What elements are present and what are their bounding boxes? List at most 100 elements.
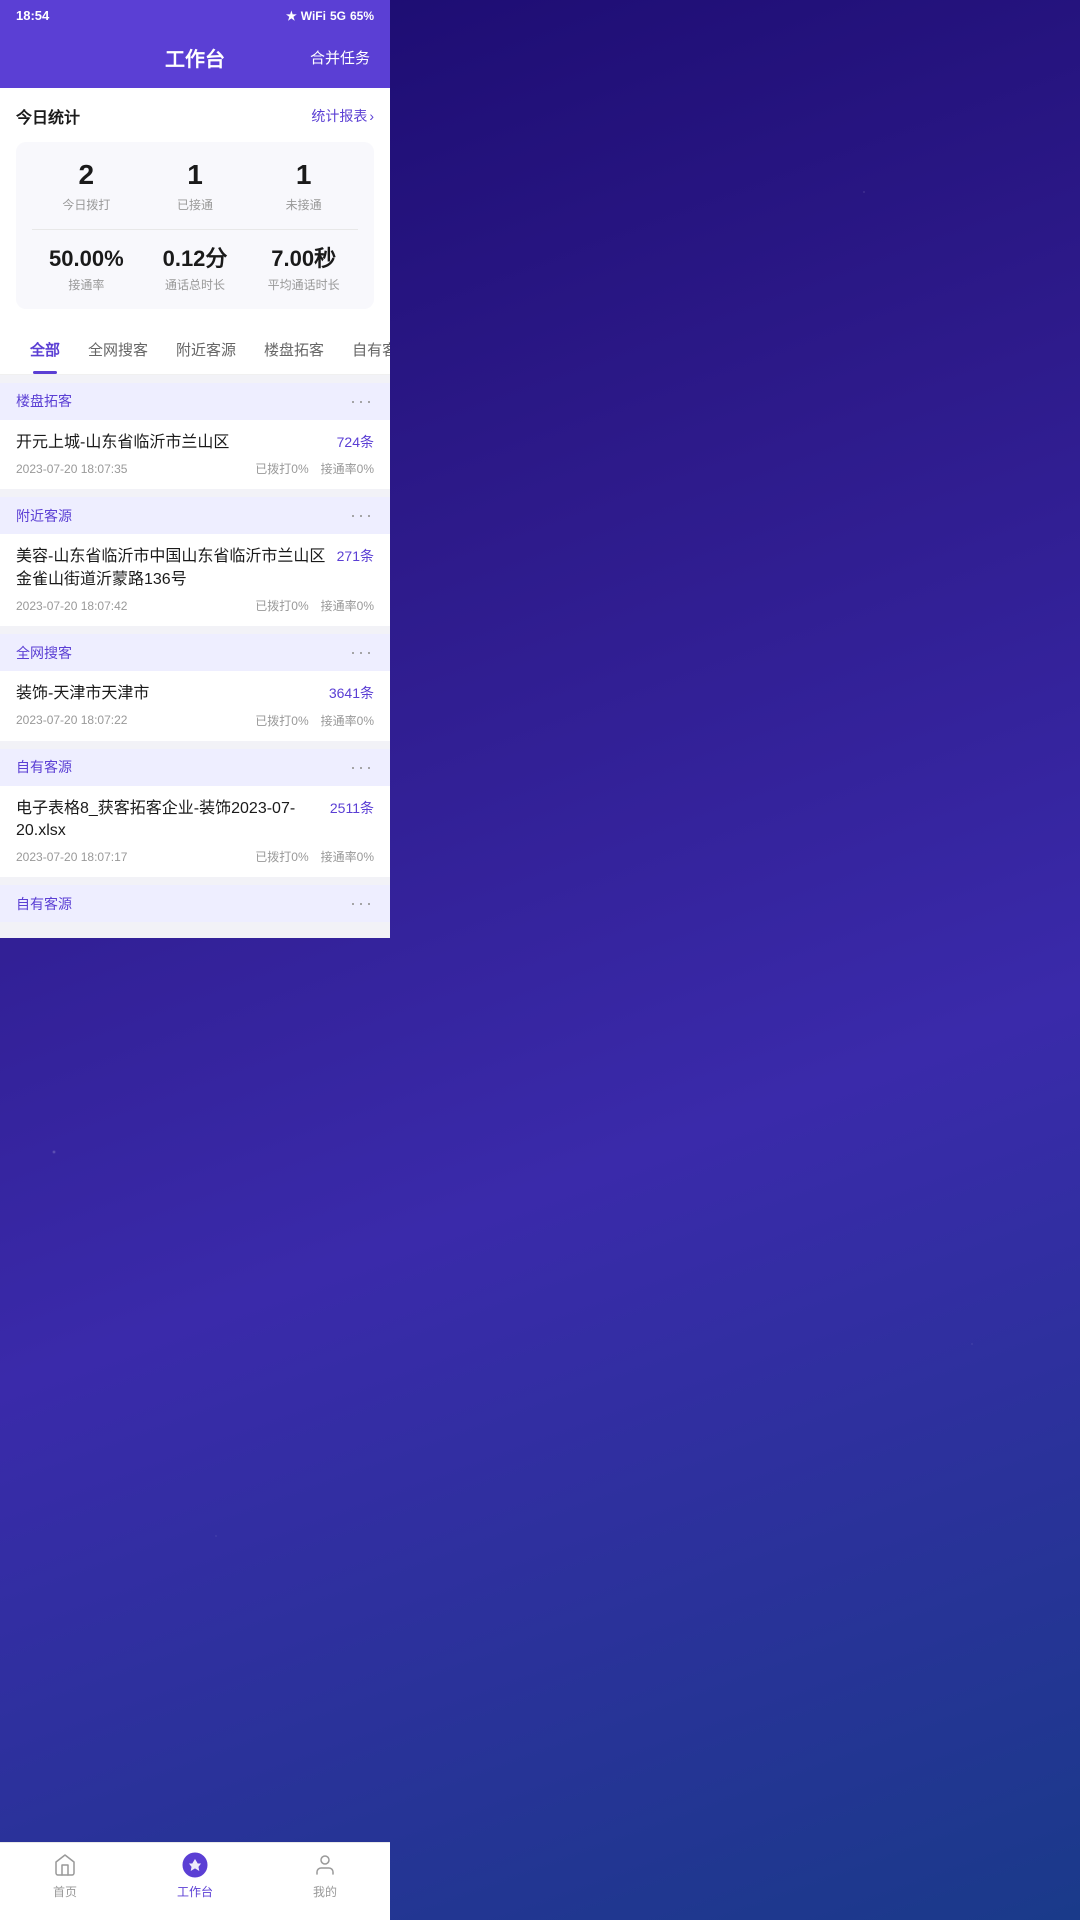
task-card-5: 自有客源 ···	[0, 885, 390, 922]
task-dial-stat-4: 已拨打0%	[255, 848, 308, 865]
signal-icon: 5G	[330, 9, 346, 23]
stats-row-rates: 50.00% 接通率 0.12分 通话总时长 7.00秒 平均通话时长	[32, 246, 358, 293]
stat-not-connected: 1 未接通	[249, 158, 358, 213]
tab-property[interactable]: 楼盘拓客	[250, 325, 338, 374]
stats-row-calls: 2 今日拨打 1 已接通 1 未接通	[32, 158, 358, 213]
bottom-nav: 首页 工作台 我的	[0, 1842, 390, 1920]
chevron-right-icon: ›	[369, 108, 374, 124]
tab-web-search[interactable]: 全网搜客	[74, 325, 162, 374]
merge-tasks-button[interactable]: 合并任务	[310, 47, 370, 68]
stats-report-link[interactable]: 统计报表 ›	[311, 106, 374, 126]
status-time: 18:54	[16, 8, 49, 23]
task-date-3: 2023-07-20 18:07:22	[16, 713, 127, 727]
task-type-4: 自有客源	[16, 757, 72, 777]
stat-connected: 1 已接通	[141, 158, 250, 213]
task-type-2: 附近客源	[16, 506, 72, 526]
task-name-2: 美容-山东省临沂市中国山东省临沂市兰山区金雀山街道沂蒙路136号	[16, 546, 329, 591]
tab-own-source[interactable]: 自有客源	[338, 325, 390, 374]
task-header-5: 自有客源 ···	[0, 885, 390, 922]
not-connected-label: 未接通	[286, 196, 322, 213]
task-name-3: 装饰-天津市天津市	[16, 683, 321, 705]
connect-rate-value: 50.00%	[49, 246, 124, 272]
dial-count-value: 2	[79, 158, 95, 192]
task-stats-3: 已拨打0% 接通率0%	[255, 712, 374, 729]
nav-item-profile[interactable]: 我的	[260, 1851, 390, 1900]
task-connect-stat-1: 接通率0%	[321, 460, 374, 477]
task-name-1: 开元上城-山东省临沂市兰山区	[16, 432, 329, 454]
task-body-2[interactable]: 美容-山东省临沂市中国山东省临沂市兰山区金雀山街道沂蒙路136号 271条 20…	[0, 534, 390, 626]
task-body-3[interactable]: 装饰-天津市天津市 3641条 2023-07-20 18:07:22 已拨打0…	[0, 671, 390, 740]
task-count-3: 3641条	[329, 683, 374, 703]
nav-label-workbench: 工作台	[177, 1883, 213, 1900]
task-count-4: 2511条	[330, 798, 374, 818]
task-dial-stat-3: 已拨打0%	[255, 712, 308, 729]
task-type-3: 全网搜客	[16, 643, 72, 663]
stat-total-duration: 0.12分 通话总时长	[141, 246, 250, 293]
task-stats-1: 已拨打0% 接通率0%	[255, 460, 374, 477]
stats-section-title: 今日统计	[16, 104, 80, 128]
nav-item-workbench[interactable]: 工作台	[130, 1851, 260, 1900]
workbench-icon	[181, 1851, 209, 1879]
task-meta-row-2: 2023-07-20 18:07:42 已拨打0% 接通率0%	[16, 597, 374, 614]
wifi-icon: WiFi	[301, 9, 326, 23]
task-more-button-3[interactable]: ···	[350, 642, 374, 663]
task-body-4[interactable]: 电子表格8_获客拓客企业-装饰2023-07-20.xlsx 2511条 202…	[0, 786, 390, 878]
connect-rate-label: 接通率	[68, 276, 104, 293]
task-count-1: 724条	[337, 432, 374, 452]
task-more-button-4[interactable]: ···	[350, 757, 374, 778]
task-body-1[interactable]: 开元上城-山东省临沂市兰山区 724条 2023-07-20 18:07:35 …	[0, 420, 390, 489]
task-name-row-1: 开元上城-山东省临沂市兰山区 724条	[16, 432, 374, 454]
task-dial-stat-2: 已拨打0%	[255, 597, 308, 614]
avg-duration-value: 7.00秒	[271, 246, 336, 272]
task-header-3: 全网搜客 ···	[0, 634, 390, 671]
bluetooth-icon: ★	[286, 9, 297, 23]
not-connected-value: 1	[296, 158, 312, 192]
nav-label-home: 首页	[53, 1883, 77, 1900]
total-duration-value: 0.12分	[163, 246, 228, 272]
stats-section: 今日统计 统计报表 › 2 今日拨打 1 已接通 1 未接通	[0, 88, 390, 325]
battery-icon: 65%	[350, 9, 374, 23]
task-dial-stat-1: 已拨打0%	[255, 460, 308, 477]
task-meta-row-3: 2023-07-20 18:07:22 已拨打0% 接通率0%	[16, 712, 374, 729]
task-card-3: 全网搜客 ··· 装饰-天津市天津市 3641条 2023-07-20 18:0…	[0, 634, 390, 740]
nav-item-home[interactable]: 首页	[0, 1851, 130, 1900]
tab-nearby[interactable]: 附近客源	[162, 325, 250, 374]
task-more-button-2[interactable]: ···	[350, 505, 374, 526]
task-header-4: 自有客源 ···	[0, 749, 390, 786]
stat-dial-count: 2 今日拨打	[32, 158, 141, 213]
task-card-4: 自有客源 ··· 电子表格8_获客拓客企业-装饰2023-07-20.xlsx …	[0, 749, 390, 878]
tab-all[interactable]: 全部	[16, 325, 74, 374]
nav-label-profile: 我的	[313, 1883, 337, 1900]
connected-label: 已接通	[177, 196, 213, 213]
task-type-1: 楼盘拓客	[16, 391, 72, 411]
task-type-5: 自有客源	[16, 894, 72, 914]
task-stats-2: 已拨打0% 接通率0%	[255, 597, 374, 614]
total-duration-label: 通话总时长	[165, 276, 225, 293]
task-name-row-4: 电子表格8_获客拓客企业-装饰2023-07-20.xlsx 2511条	[16, 798, 374, 843]
stats-divider	[32, 229, 358, 230]
task-list: 楼盘拓客 ··· 开元上城-山东省临沂市兰山区 724条 2023-07-20 …	[0, 375, 390, 938]
task-card-2: 附近客源 ··· 美容-山东省临沂市中国山东省临沂市兰山区金雀山街道沂蒙路136…	[0, 497, 390, 626]
stats-card: 2 今日拨打 1 已接通 1 未接通 50.00% 接通率	[16, 142, 374, 309]
task-stats-4: 已拨打0% 接通率0%	[255, 848, 374, 865]
task-header-2: 附近客源 ···	[0, 497, 390, 534]
task-more-button-1[interactable]: ···	[350, 391, 374, 412]
tabs-container: 全部 全网搜客 附近客源 楼盘拓客 自有客源	[0, 325, 390, 375]
task-connect-stat-3: 接通率0%	[321, 712, 374, 729]
task-meta-row-1: 2023-07-20 18:07:35 已拨打0% 接通率0%	[16, 460, 374, 477]
home-icon	[51, 1851, 79, 1879]
main-content: 今日统计 统计报表 › 2 今日拨打 1 已接通 1 未接通	[0, 88, 390, 1018]
stat-connect-rate: 50.00% 接通率	[32, 246, 141, 293]
task-connect-stat-2: 接通率0%	[321, 597, 374, 614]
header-title: 工作台	[80, 43, 310, 72]
task-count-2: 271条	[337, 546, 374, 566]
avg-duration-label: 平均通话时长	[268, 276, 340, 293]
status-icons: ★ WiFi 5G 65%	[286, 9, 374, 23]
dial-count-label: 今日拨打	[62, 196, 110, 213]
task-more-button-5[interactable]: ···	[350, 893, 374, 914]
task-meta-row-4: 2023-07-20 18:07:17 已拨打0% 接通率0%	[16, 848, 374, 865]
stats-header: 今日统计 统计报表 ›	[16, 104, 374, 128]
profile-icon	[311, 1851, 339, 1879]
task-name-4: 电子表格8_获客拓客企业-装饰2023-07-20.xlsx	[16, 798, 322, 843]
connected-value: 1	[187, 158, 203, 192]
